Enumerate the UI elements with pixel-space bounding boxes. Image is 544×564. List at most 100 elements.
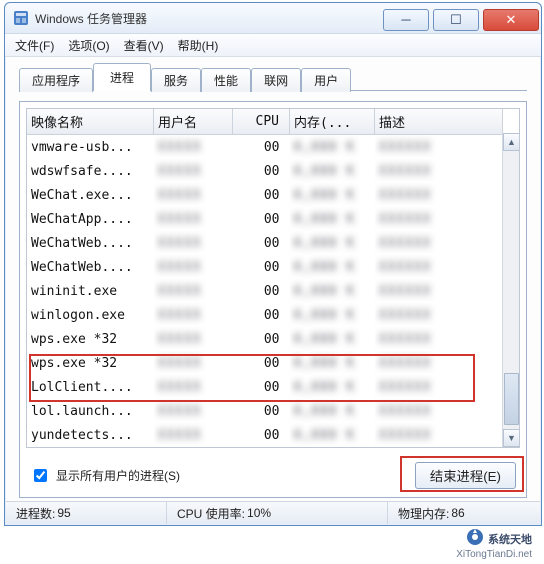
menubar: 文件(F) 选项(O) 查看(V) 帮助(H) bbox=[5, 34, 541, 57]
end-process-button[interactable]: 结束进程(E) bbox=[415, 462, 516, 489]
cell-image: lol.launch... bbox=[27, 399, 154, 423]
cell-user: XXXXX bbox=[154, 279, 233, 303]
task-manager-window: Windows 任务管理器 ─ ☐ ✕ 文件(F) 选项(O) 查看(V) 帮助… bbox=[4, 2, 542, 526]
status-memory-value: 86 bbox=[451, 506, 464, 520]
menu-view[interactable]: 查看(V) bbox=[124, 37, 164, 54]
maximize-button[interactable]: ☐ bbox=[433, 9, 479, 31]
tab-applications[interactable]: 应用程序 bbox=[19, 68, 93, 92]
maximize-icon: ☐ bbox=[450, 13, 462, 26]
close-button[interactable]: ✕ bbox=[483, 9, 539, 31]
cell-cpu: 00 bbox=[233, 135, 290, 160]
cell-memory: 0,000 K bbox=[290, 231, 375, 255]
status-processes-value: 95 bbox=[57, 506, 70, 520]
table-row[interactable]: wdswfsafe....XXXXX000,000 KXXXXXX bbox=[27, 159, 503, 183]
cell-cpu: 00 bbox=[233, 183, 290, 207]
cell-memory: 0,000 K bbox=[290, 279, 375, 303]
status-memory-label: 物理内存: bbox=[398, 505, 449, 522]
cell-memory: 0,000 K bbox=[290, 135, 375, 160]
cell-cpu: 00 bbox=[233, 375, 290, 399]
status-cpu-value: 10% bbox=[247, 506, 271, 520]
cell-image: WeChat.exe... bbox=[27, 183, 154, 207]
cell-memory: 0,000 K bbox=[290, 255, 375, 279]
cell-cpu: 00 bbox=[233, 279, 290, 303]
status-processes-label: 进程数: bbox=[16, 505, 55, 522]
scroll-down-button[interactable]: ▼ bbox=[503, 429, 520, 447]
cell-image: WeChatWeb.... bbox=[27, 231, 154, 255]
table-row[interactable]: WeChatApp....XXXXX000,000 KXXXXXX bbox=[27, 207, 503, 231]
cell-user: XXXXX bbox=[154, 231, 233, 255]
table-row[interactable]: WeChatWeb....XXXXX000,000 KXXXXXX bbox=[27, 231, 503, 255]
cell-memory: 0,000 K bbox=[290, 183, 375, 207]
cell-image: wps.exe *32 bbox=[27, 327, 154, 351]
cell-cpu: 00 bbox=[233, 351, 290, 375]
cell-cpu: 00 bbox=[233, 327, 290, 351]
show-all-users-label: 显示所有用户的进程(S) bbox=[56, 467, 180, 484]
close-icon: ✕ bbox=[506, 13, 517, 26]
table-row[interactable]: wps.exe *32XXXXX000,000 KXXXXXX bbox=[27, 327, 503, 351]
table-row[interactable]: vmware-usb...XXXXX000,000 KXXXXXX bbox=[27, 135, 503, 160]
cell-image: winlogon.exe bbox=[27, 303, 154, 327]
col-description[interactable]: 描述 bbox=[375, 109, 503, 135]
cell-user: XXXXX bbox=[154, 351, 233, 375]
cell-desc: XXXXXX bbox=[375, 279, 503, 303]
scroll-up-button[interactable]: ▲ bbox=[503, 133, 520, 151]
menu-file[interactable]: 文件(F) bbox=[15, 37, 54, 54]
vertical-scrollbar[interactable]: ▲ ▼ bbox=[502, 133, 519, 447]
cell-cpu: 00 bbox=[233, 231, 290, 255]
cell-image: WeChatApp.... bbox=[27, 207, 154, 231]
process-panel: 映像名称 用户名 CPU 内存(... 描述 vmware-usb...XXXX… bbox=[19, 101, 527, 498]
cell-cpu: 00 bbox=[233, 399, 290, 423]
cell-image: WeChatWeb.... bbox=[27, 255, 154, 279]
table-row[interactable]: yundetects...XXXXX000,000 KXXXXXX bbox=[27, 423, 503, 447]
tab-processes[interactable]: 进程 bbox=[93, 63, 151, 91]
cell-memory: 0,000 K bbox=[290, 423, 375, 447]
cell-desc: XXXXXX bbox=[375, 303, 503, 327]
status-cpu: CPU 使用率: 10% bbox=[167, 502, 388, 524]
tab-users[interactable]: 用户 bbox=[301, 68, 351, 92]
tab-strip: 应用程序 进程 服务 性能 联网 用户 bbox=[19, 67, 527, 91]
table-row[interactable]: WeChat.exe...XXXXX000,000 KXXXXXX bbox=[27, 183, 503, 207]
process-table: 映像名称 用户名 CPU 内存(... 描述 vmware-usb...XXXX… bbox=[27, 109, 503, 447]
tab-area: 应用程序 进程 服务 性能 联网 用户 bbox=[5, 57, 541, 97]
watermark-brand: 系统天地 bbox=[488, 531, 532, 547]
cell-memory: 0,000 K bbox=[290, 351, 375, 375]
menu-help[interactable]: 帮助(H) bbox=[178, 37, 219, 54]
tab-networking[interactable]: 联网 bbox=[251, 68, 301, 92]
cell-user: XXXXX bbox=[154, 423, 233, 447]
tab-performance[interactable]: 性能 bbox=[201, 68, 251, 92]
cell-image: wininit.exe bbox=[27, 279, 154, 303]
titlebar[interactable]: Windows 任务管理器 ─ ☐ ✕ bbox=[5, 3, 541, 34]
cell-cpu: 00 bbox=[233, 255, 290, 279]
table-row[interactable]: lol.launch...XXXXX000,000 KXXXXXX bbox=[27, 399, 503, 423]
process-list[interactable]: 映像名称 用户名 CPU 内存(... 描述 vmware-usb...XXXX… bbox=[27, 109, 503, 447]
minimize-button[interactable]: ─ bbox=[383, 9, 429, 31]
watermark-url: XiTongTianDi.net bbox=[456, 549, 532, 560]
process-list-container: 映像名称 用户名 CPU 内存(... 描述 vmware-usb...XXXX… bbox=[26, 108, 520, 448]
col-cpu[interactable]: CPU bbox=[233, 109, 290, 135]
cell-user: XXXXX bbox=[154, 159, 233, 183]
table-row[interactable]: WeChatWeb....XXXXX000,000 KXXXXXX bbox=[27, 255, 503, 279]
cell-user: XXXXX bbox=[154, 375, 233, 399]
menu-options[interactable]: 选项(O) bbox=[68, 37, 109, 54]
cell-desc: XXXXXX bbox=[375, 375, 503, 399]
cell-user: XXXXX bbox=[154, 399, 233, 423]
app-icon bbox=[13, 10, 29, 26]
watermark: 系统天地 XiTongTianDi.net bbox=[456, 528, 532, 560]
show-all-users-input[interactable] bbox=[34, 469, 47, 482]
scroll-thumb[interactable] bbox=[504, 373, 519, 425]
cell-user: XXXXX bbox=[154, 327, 233, 351]
minimize-icon: ─ bbox=[401, 13, 410, 26]
col-image-name[interactable]: 映像名称 bbox=[27, 109, 154, 135]
table-row[interactable]: wps.exe *32XXXXX000,000 KXXXXXX bbox=[27, 351, 503, 375]
cell-image: wdswfsafe.... bbox=[27, 159, 154, 183]
cell-user: XXXXX bbox=[154, 303, 233, 327]
table-row[interactable]: wininit.exeXXXXX000,000 KXXXXXX bbox=[27, 279, 503, 303]
table-row[interactable]: winlogon.exeXXXXX000,000 KXXXXXX bbox=[27, 303, 503, 327]
show-all-users-checkbox[interactable]: 显示所有用户的进程(S) bbox=[30, 466, 180, 485]
table-row[interactable]: LolClient....XXXXX000,000 KXXXXXX bbox=[27, 375, 503, 399]
col-memory[interactable]: 内存(... bbox=[290, 109, 375, 135]
tab-services[interactable]: 服务 bbox=[151, 68, 201, 92]
cell-image: wps.exe *32 bbox=[27, 351, 154, 375]
col-user[interactable]: 用户名 bbox=[154, 109, 233, 135]
cell-desc: XXXXXX bbox=[375, 327, 503, 351]
